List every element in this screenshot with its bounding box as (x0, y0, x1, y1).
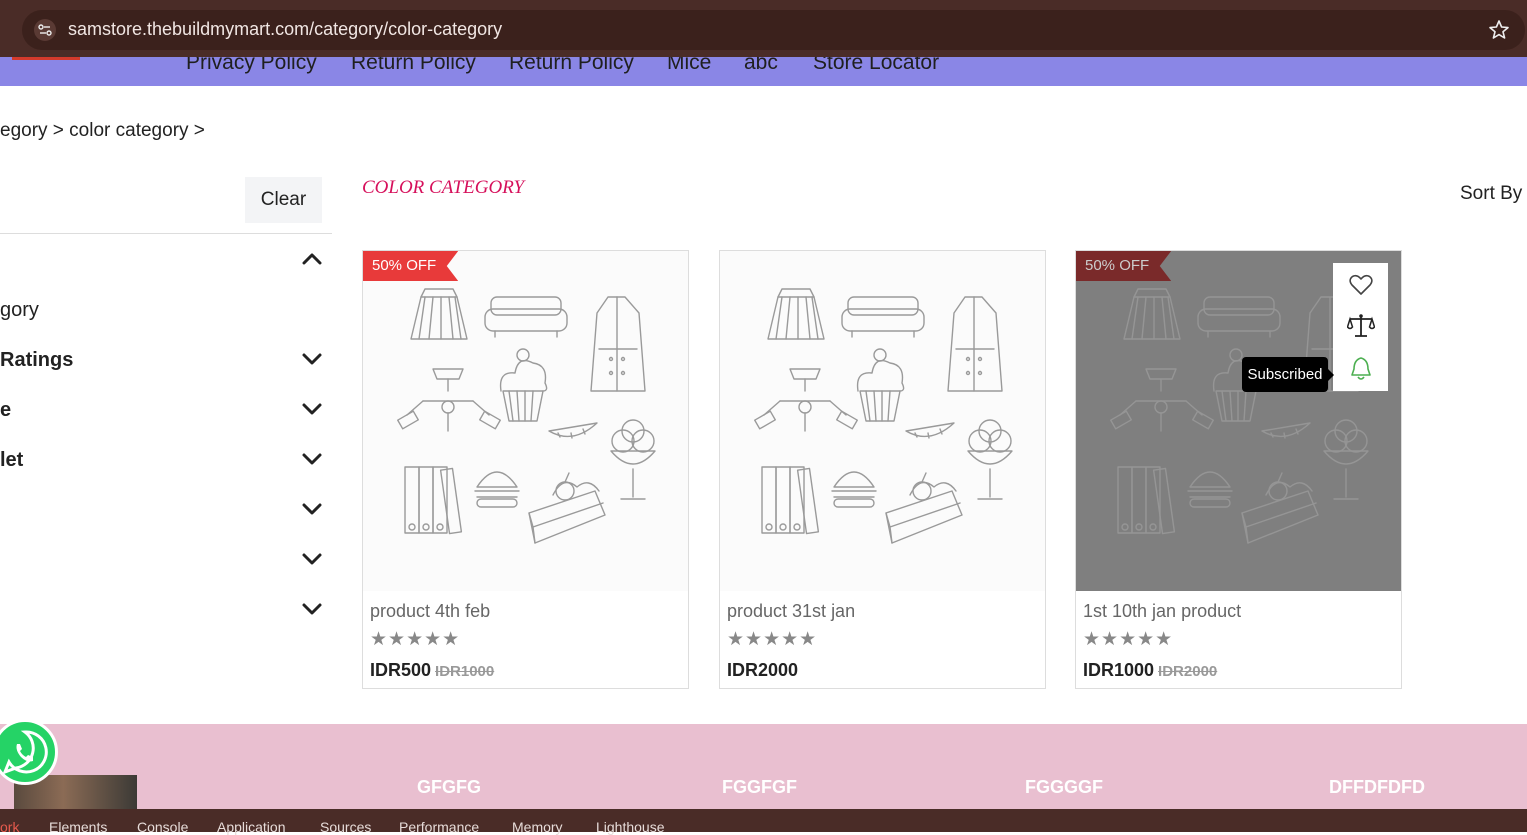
category-title: COLOR CATEGORY (362, 177, 525, 198)
filter-ratings[interactable]: Ratings (0, 349, 73, 372)
sort-by-dropdown[interactable]: Sort By (1460, 183, 1522, 205)
whatsapp-button[interactable] (0, 719, 58, 785)
devtools-tab-elements[interactable]: Elements (49, 819, 107, 835)
footer-heading: DFFDFDFD (1329, 777, 1425, 797)
nav-abc[interactable]: abc (744, 57, 778, 75)
site-nav: Privacy Policy Return Policy Return Poli… (0, 57, 1527, 86)
filter-outlet[interactable]: let (0, 449, 23, 472)
rating-stars: ★★★★★ (727, 629, 818, 650)
subscribed-tooltip: Subscribed (1242, 357, 1334, 392)
devtools-tab-network[interactable]: ork (0, 819, 19, 835)
current-price: IDR500 (370, 660, 432, 680)
current-price: IDR2000 (727, 660, 799, 680)
footer-heading: FGGFGF (722, 777, 797, 797)
chevron-up-icon[interactable] (300, 247, 324, 271)
chevron-down-icon[interactable] (300, 497, 324, 521)
discount-badge: 50% OFF (1076, 251, 1172, 281)
devtools-tab-console[interactable]: Console (137, 819, 188, 835)
compare-scale-icon[interactable] (1347, 312, 1375, 340)
footer-heading: FGGGGF (1025, 777, 1103, 797)
filter-price[interactable]: e (0, 399, 11, 422)
devtools-tab-lighthouse[interactable]: Lighthouse (596, 819, 665, 835)
discount-badge: 50% OFF (363, 251, 459, 281)
nav-store-locator[interactable]: Store Locator (813, 57, 939, 75)
devtools-tabbar: ork Elements Console Application Sources… (0, 809, 1527, 835)
nav-privacy-policy[interactable]: Privacy Policy (186, 57, 317, 75)
rating-stars: ★★★★★ (370, 629, 461, 650)
product-card[interactable]: product 31st jan ★★★★★ IDR2000 (719, 250, 1046, 689)
product-actions-panel (1333, 263, 1388, 391)
product-price: IDR500 IDR1000 (370, 660, 494, 681)
url-text[interactable]: samstore.thebuildmymart.com/category/col… (68, 19, 502, 40)
rating-stars: ★★★★★ (1083, 629, 1174, 650)
breadcrumb[interactable]: egory > color category > (0, 120, 205, 142)
original-price: IDR1000 (435, 663, 495, 680)
browser-toolbar: samstore.thebuildmymart.com/category/col… (0, 0, 1527, 57)
heart-icon[interactable] (1347, 271, 1375, 299)
chevron-down-icon[interactable] (300, 547, 324, 571)
nav-mice[interactable]: Mice (667, 57, 711, 75)
devtools-tab-sources[interactable]: Sources (320, 819, 371, 835)
whatsapp-icon (2, 730, 48, 775)
chevron-down-icon[interactable] (300, 447, 324, 471)
devtools-tab-performance[interactable]: Performance (399, 819, 479, 835)
product-card[interactable]: 50% OFF product 4th feb ★★★★★ IDR500 IDR1… (362, 250, 689, 689)
product-illustration (397, 288, 656, 544)
nav-return-policy[interactable]: Return Policy (351, 57, 476, 75)
product-name[interactable]: product 4th feb (370, 601, 490, 622)
product-name[interactable]: product 31st jan (727, 601, 855, 622)
original-price: IDR2000 (1158, 663, 1218, 680)
current-price: IDR1000 (1083, 660, 1155, 680)
bell-icon[interactable] (1347, 355, 1375, 383)
site-settings-icon[interactable] (34, 19, 56, 41)
product-price: IDR2000 (727, 660, 798, 681)
clear-filters-button[interactable]: Clear (245, 177, 322, 223)
logo-edge (12, 57, 80, 60)
devtools-tab-application[interactable]: Application (217, 819, 286, 835)
footer: GFGFG FGGFGF FGGGGF DFFDFDFD (0, 724, 1527, 810)
product-price: IDR1000 IDR2000 (1083, 660, 1217, 681)
product-name[interactable]: 1st 10th jan product (1083, 601, 1241, 622)
chevron-down-icon[interactable] (300, 347, 324, 371)
devtools-tab-memory[interactable]: Memory (512, 819, 563, 835)
chevron-down-icon[interactable] (300, 397, 324, 421)
filter-category[interactable]: gory (0, 299, 39, 322)
chevron-down-icon[interactable] (300, 597, 324, 621)
product-image[interactable] (720, 251, 1045, 591)
product-illustration (754, 288, 1013, 544)
bookmark-star-icon[interactable] (1487, 18, 1511, 42)
footer-heading: GFGFG (417, 777, 481, 797)
address-bar[interactable]: samstore.thebuildmymart.com/category/col… (22, 10, 1525, 50)
nav-return-policy-2[interactable]: Return Policy (509, 57, 634, 75)
divider (0, 233, 332, 234)
product-image[interactable]: 50% OFF (363, 251, 688, 591)
